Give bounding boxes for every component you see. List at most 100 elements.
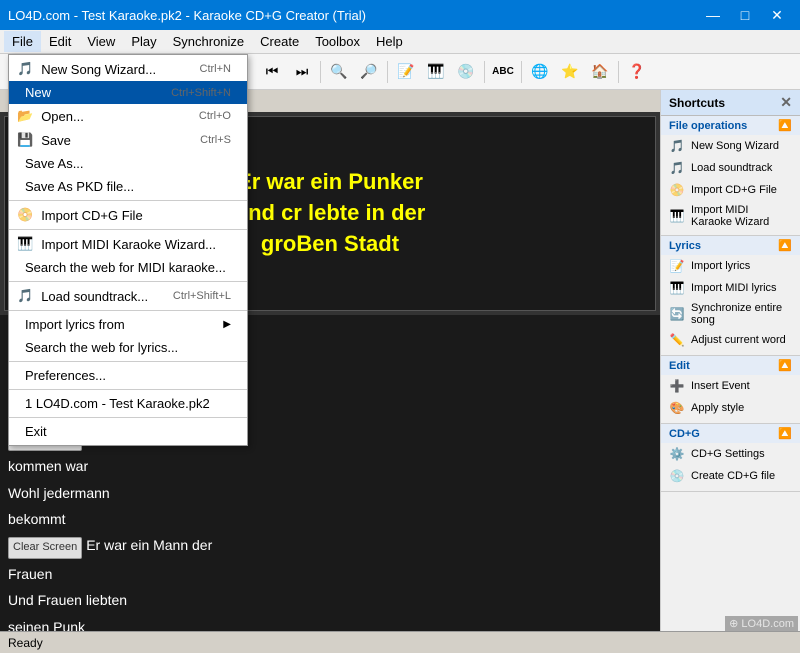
menu-file[interactable]: File [4, 31, 41, 52]
load-soundtrack-shortcut: Ctrl+Shift+L [173, 290, 231, 302]
save-pkd-label: Save As PKD file... [25, 179, 134, 194]
menu-edit[interactable]: Edit [41, 31, 79, 52]
dropdown-import-cdg[interactable]: 📀 Import CD+G File [9, 203, 247, 227]
dropdown-new-song-wizard[interactable]: 🎵 New Song Wizard... Ctrl+N [9, 57, 247, 81]
shortcut-cdg-settings[interactable]: ⚙️ CD+G Settings [661, 443, 800, 465]
toolbar-zoom[interactable]: 🔍 [325, 58, 353, 86]
dropdown-preferences[interactable]: Preferences... [9, 364, 247, 387]
lyrics-label: Lyrics [669, 240, 701, 252]
dropdown-sep-4 [9, 310, 247, 311]
import-cdg-menu-icon: 📀 [17, 207, 33, 223]
menu-toolbox[interactable]: Toolbox [307, 31, 368, 52]
import-lyrics-from-label: Import lyrics from [25, 317, 125, 332]
list-item: bekommt [8, 506, 652, 532]
shortcut-import-lyrics[interactable]: 📝 Import lyrics [661, 255, 800, 277]
menu-help[interactable]: Help [368, 31, 411, 52]
shortcut-insert-event[interactable]: ➕ Insert Event [661, 375, 800, 397]
toolbar-help[interactable]: ❓ [623, 58, 651, 86]
dropdown-open[interactable]: 📂 Open... Ctrl+O [9, 104, 247, 128]
shortcut-load-soundtrack[interactable]: 🎵 Load soundtrack [661, 157, 800, 179]
collapse-icon: 🔼 [778, 119, 792, 132]
close-button[interactable]: ✕ [762, 0, 792, 30]
edit-section: Edit 🔼 ➕ Insert Event 🎨 Apply style [661, 356, 800, 424]
toolbar-midi[interactable]: 🎹 [422, 58, 450, 86]
dropdown-new[interactable]: New Ctrl+Shift+N [9, 81, 247, 104]
shortcuts-panel: Shortcuts ✕ File operations 🔼 🎵 New Song… [660, 90, 800, 631]
edit-header[interactable]: Edit 🔼 [661, 356, 800, 375]
import-midi-wizard-label: Import MIDI Karaoke Wizard... [41, 237, 216, 252]
collapse-icon-cdg: 🔼 [778, 427, 792, 440]
dropdown-save-as[interactable]: Save As... [9, 152, 247, 175]
shortcut-import-midi-label: Import MIDI Karaoke Wizard [691, 204, 792, 228]
toolbar-ff[interactable]: ⏭ [288, 58, 316, 86]
shortcut-import-midi-lyrics[interactable]: 🎹 Import MIDI lyrics [661, 277, 800, 299]
dropdown-sep-3 [9, 281, 247, 282]
toolbar-zoom2[interactable]: 🔎 [355, 58, 383, 86]
dropdown-exit[interactable]: Exit [9, 420, 247, 443]
dropdown-search-lyrics[interactable]: Search the web for lyrics... [9, 336, 247, 359]
load-soundtrack-menu-label: Load soundtrack... [41, 289, 148, 304]
dropdown-import-lyrics-from[interactable]: Import lyrics from ▶ [9, 313, 247, 336]
shortcut-apply-style[interactable]: 🎨 Apply style [661, 397, 800, 419]
import-cdg-icon: 📀 [669, 182, 685, 198]
open-label: Open... [41, 109, 84, 124]
menu-play[interactable]: Play [123, 31, 164, 52]
status-bar: Ready [0, 631, 800, 653]
shortcut-import-midi[interactable]: 🎹 Import MIDI Karaoke Wizard [661, 201, 800, 231]
status-text: Ready [8, 636, 43, 650]
list-item: Wohl jedermann [8, 480, 652, 506]
menu-view[interactable]: View [79, 31, 123, 52]
toolbar-rewind[interactable]: ⏮ [258, 58, 286, 86]
import-midi-lyrics-icon: 🎹 [669, 280, 685, 296]
dropdown-sep-1 [9, 200, 247, 201]
collapse-icon-edit: 🔼 [778, 359, 792, 372]
shortcut-create-cdg[interactable]: 💿 Create CD+G file [661, 465, 800, 487]
file-operations-header[interactable]: File operations 🔼 [661, 116, 800, 135]
toolbar-cdg[interactable]: 💿 [452, 58, 480, 86]
dropdown-save-pkd[interactable]: Save As PKD file... [9, 175, 247, 198]
toolbar-extra1[interactable]: 🌐 [526, 58, 554, 86]
dropdown-sep-6 [9, 389, 247, 390]
insert-event-icon: ➕ [669, 378, 685, 394]
shortcuts-close-button[interactable]: ✕ [780, 94, 792, 111]
cdg-header[interactable]: CD+G 🔼 [661, 424, 800, 443]
shortcut-import-cdg-label: Import CD+G File [691, 184, 777, 196]
toolbar-lyrics[interactable]: 📝 [392, 58, 420, 86]
watermark: ⊕ LO4D.com [725, 616, 798, 631]
title-bar: LO4D.com - Test Karaoke.pk2 - Karaoke CD… [0, 0, 800, 30]
title-bar-title: LO4D.com - Test Karaoke.pk2 - Karaoke CD… [8, 8, 366, 23]
lyrics-header[interactable]: Lyrics 🔼 [661, 236, 800, 255]
cdg-settings-icon: ⚙️ [669, 446, 685, 462]
collapse-icon-lyrics: 🔼 [778, 239, 792, 252]
toolbar-extra2[interactable]: ⭐ [556, 58, 584, 86]
shortcut-new-song-wizard[interactable]: 🎵 New Song Wizard [661, 135, 800, 157]
toolbar-sep-4 [387, 61, 388, 83]
recent-file-label: 1 LO4D.com - Test Karaoke.pk2 [25, 396, 210, 411]
shortcut-import-cdg[interactable]: 📀 Import CD+G File [661, 179, 800, 201]
list-item: kommen war [8, 453, 652, 479]
open-shortcut: Ctrl+O [199, 110, 231, 122]
maximize-button[interactable]: □ [730, 0, 760, 30]
toolbar-extra3[interactable]: 🏠 [586, 58, 614, 86]
shortcut-cdg-settings-label: CD+G Settings [691, 448, 765, 460]
dropdown-save[interactable]: 💾 Save Ctrl+S [9, 128, 247, 152]
toolbar-sep-7 [618, 61, 619, 83]
dropdown-search-midi[interactable]: Search the web for MIDI karaoke... [9, 256, 247, 279]
toolbar-abc[interactable]: ABC [489, 58, 517, 86]
menu-synchronize[interactable]: Synchronize [165, 31, 253, 52]
list-item: Frauen [8, 561, 652, 587]
menu-create[interactable]: Create [252, 31, 307, 52]
shortcut-apply-style-label: Apply style [691, 402, 744, 414]
dropdown-import-midi-wizard[interactable]: 🎹 Import MIDI Karaoke Wizard... [9, 232, 247, 256]
search-midi-label: Search the web for MIDI karaoke... [25, 260, 226, 275]
apply-style-icon: 🎨 [669, 400, 685, 416]
shortcut-sync-song[interactable]: 🔄 Synchronize entire song [661, 299, 800, 329]
shortcut-import-lyrics-label: Import lyrics [691, 260, 750, 272]
save-icon: 💾 [17, 132, 33, 148]
sync-song-icon: 🔄 [669, 306, 685, 322]
import-midi-icon: 🎹 [669, 208, 685, 224]
dropdown-recent-file[interactable]: 1 LO4D.com - Test Karaoke.pk2 [9, 392, 247, 415]
shortcut-adjust-word[interactable]: ✏️ Adjust current word [661, 329, 800, 351]
dropdown-load-soundtrack[interactable]: 🎵 Load soundtrack... Ctrl+Shift+L [9, 284, 247, 308]
minimize-button[interactable]: — [698, 0, 728, 30]
